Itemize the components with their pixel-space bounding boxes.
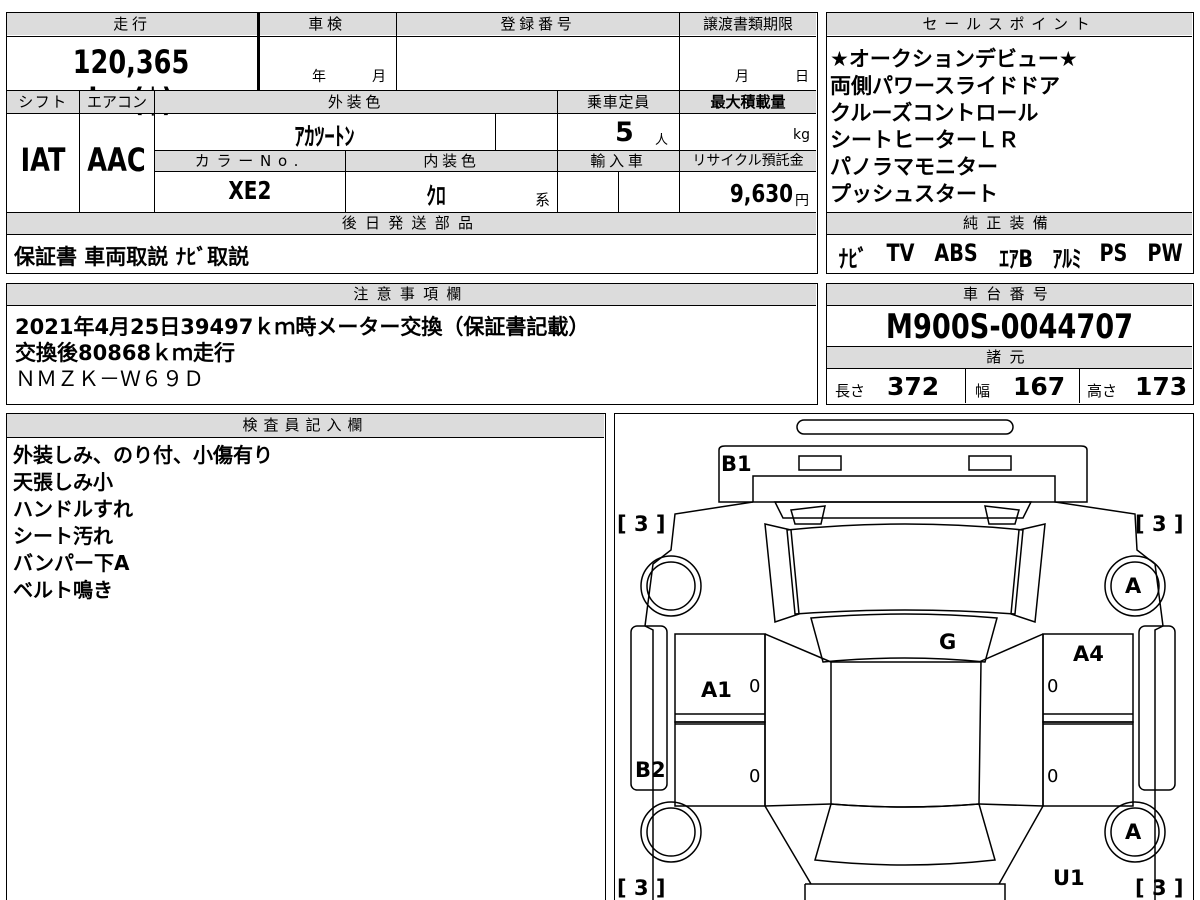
recycle-unit: 円 bbox=[795, 193, 809, 209]
mark-u1: U1 bbox=[1053, 866, 1085, 890]
sales-point-item: シートヒーターＬＲ bbox=[830, 128, 1019, 152]
inspector-line: ベルト鳴き bbox=[13, 578, 113, 602]
transfer-deadline-header: 譲渡書類期限 bbox=[680, 13, 816, 35]
diagram-top-bar bbox=[796, 419, 1014, 435]
chassis-header: 車台番号 bbox=[827, 284, 1192, 305]
inspector-line: 天張しみ小 bbox=[13, 470, 113, 494]
mark-wheel-rear-right: A bbox=[1125, 574, 1142, 598]
capacity-unit: 人 bbox=[655, 133, 669, 148]
exterior-color-value: ｱｶﾂｰﾄﾝ bbox=[294, 122, 355, 151]
max-load-unit: kg bbox=[793, 127, 810, 143]
notes-line: ＮＭＺＫ－Ｗ６９Ｄ bbox=[15, 367, 204, 391]
max-load-header: 最大積載量 bbox=[680, 91, 816, 113]
equipment-list: ﾅﾋﾞ TV ABS ｴｱB ｱﾙﾐ PS PW bbox=[835, 239, 1187, 274]
chassis-block: 車台番号 M900S-0044707 諸元 長さ 372 幅 167 高さ 17… bbox=[826, 283, 1194, 405]
diagram-rear-bumper bbox=[718, 445, 1088, 503]
mark-g: G bbox=[939, 630, 957, 654]
recycle-header: リサイクル預託金 bbox=[680, 151, 816, 171]
mark-wheel-front-right: A bbox=[1125, 820, 1142, 844]
sales-point-header: セールスポイント bbox=[827, 13, 1192, 35]
aircon-header: エアコン bbox=[80, 91, 154, 113]
equipment-item: PS bbox=[1099, 239, 1128, 267]
width-label: 幅 bbox=[975, 382, 991, 400]
mark-zero: 0 bbox=[1047, 676, 1059, 697]
spec-header: 諸元 bbox=[827, 347, 1192, 368]
aircon-value: AAC bbox=[87, 141, 147, 179]
equipment-item: ｱﾙﾐ bbox=[1052, 245, 1082, 273]
inspector-block: 検査員記入欄 外装しみ、のり付、小傷有り 天張しみ小 ハンドルすれ シート汚れ … bbox=[6, 413, 606, 900]
sales-point-item: プッシュスタート bbox=[830, 182, 998, 206]
shaken-year-label: 年 bbox=[312, 69, 326, 85]
inspector-line: バンパー下A bbox=[13, 551, 130, 575]
tire-tread-rear-right: [3] bbox=[1135, 512, 1191, 536]
inspector-header: 検査員記入欄 bbox=[7, 414, 604, 437]
chassis-number: M900S-0044707 bbox=[885, 307, 1134, 347]
notes-lines: 2021年4月25日39497ｋｍ時メーター交換（保証書記載） 交換後80868… bbox=[15, 314, 589, 392]
inspector-line: 外装しみ、のり付、小傷有り bbox=[13, 443, 273, 467]
later-parts-header: 後日発送部品 bbox=[7, 213, 816, 234]
sales-point-item: パノラマモニター bbox=[830, 155, 998, 179]
inspector-lines: 外装しみ、のり付、小傷有り 天張しみ小 ハンドルすれ シート汚れ バンパー下A … bbox=[13, 442, 273, 604]
diagram-door-left-front bbox=[674, 721, 766, 807]
notes-header: 注意事項欄 bbox=[7, 284, 816, 305]
import-header: 輸入車 bbox=[558, 151, 679, 171]
sales-point-list: ★オークションデビュー★ 両側パワースライドドア クルーズコントロール シートヒ… bbox=[830, 46, 1190, 208]
height-label: 高さ bbox=[1087, 382, 1118, 400]
mark-b1: B1 bbox=[721, 452, 752, 476]
length-value: 372 bbox=[887, 372, 940, 401]
tire-tread-front-left: [3] bbox=[617, 876, 673, 900]
mark-zero: 0 bbox=[1047, 766, 1059, 787]
shaken-header: 車検 bbox=[258, 13, 396, 35]
transfer-day-label: 日 bbox=[795, 69, 809, 85]
sales-point-item: クルーズコントロール bbox=[830, 101, 1039, 125]
sales-point-item: ★オークションデビュー★ bbox=[830, 47, 1078, 71]
vehicle-info-block: 走行 車検 登録番号 譲渡書類期限 120,365 km($) 年 月 月 日 … bbox=[6, 12, 818, 274]
notes-line: 交換後80868ｋｍ走行 bbox=[15, 341, 236, 365]
diagram-door-right-front bbox=[1042, 721, 1134, 807]
color-no-header: カラーNo. bbox=[155, 151, 345, 171]
mileage-header: 走行 bbox=[7, 13, 257, 35]
inspector-line: ハンドルすれ bbox=[13, 497, 133, 521]
length-label: 長さ bbox=[835, 382, 866, 400]
sales-point-item: 両側パワースライドドア bbox=[830, 74, 1060, 98]
capacity-value: 5 bbox=[615, 117, 634, 148]
notes-block: 注意事項欄 2021年4月25日39497ｋｍ時メーター交換（保証書記載） 交換… bbox=[6, 283, 818, 405]
mark-zero: 0 bbox=[749, 676, 761, 697]
recycle-value: 9,630 bbox=[729, 179, 793, 208]
transfer-month-label: 月 bbox=[735, 69, 749, 85]
shift-value: IAT bbox=[20, 141, 66, 179]
mark-a4: A4 bbox=[1073, 642, 1104, 666]
later-parts-value: 保証書 車両取説 ﾅﾋﾞ取説 bbox=[14, 245, 250, 269]
car-diagram bbox=[630, 419, 1176, 900]
color-no-value: XE2 bbox=[228, 176, 272, 205]
diagram-roof bbox=[810, 613, 998, 663]
equipment-item: PW bbox=[1147, 239, 1183, 267]
sales-point-block: セールスポイント ★オークションデビュー★ 両側パワースライドドア クルーズコン… bbox=[826, 12, 1194, 274]
equipment-item: ABS bbox=[934, 239, 978, 267]
registration-header: 登録番号 bbox=[397, 13, 679, 35]
interior-color-suffix: 系 bbox=[535, 191, 551, 209]
equipment-item: ﾅﾋﾞ bbox=[838, 245, 868, 273]
equipment-header: 純正装備 bbox=[827, 213, 1192, 234]
tire-tread-rear-left: [3] bbox=[617, 512, 673, 536]
diagram-rear-glass bbox=[786, 523, 1024, 615]
capacity-header: 乗車定員 bbox=[558, 91, 679, 113]
interior-color-value: ｸﾛ bbox=[426, 182, 446, 210]
notes-line: 2021年4月25日39497ｋｍ時メーター交換（保証書記載） bbox=[15, 315, 590, 339]
mark-a1: A1 bbox=[701, 678, 732, 702]
car-diagram-block: B1 G A4 A1 B2 U1 A A 0 0 0 0 [3] [3] [3]… bbox=[614, 413, 1194, 900]
width-value: 167 bbox=[1013, 372, 1066, 401]
wheel-front-left bbox=[640, 801, 702, 863]
equipment-item: ｴｱB bbox=[999, 245, 1034, 273]
interior-color-header: 内装色 bbox=[346, 151, 557, 171]
height-value: 173 bbox=[1135, 372, 1188, 401]
tire-tread-front-right: [3] bbox=[1135, 876, 1191, 900]
shift-header: シフト bbox=[7, 91, 79, 113]
inspector-line: シート汚れ bbox=[13, 524, 113, 548]
exterior-color-header: 外装色 bbox=[155, 91, 557, 113]
shaken-month-label: 月 bbox=[372, 69, 386, 85]
equipment-item: TV bbox=[886, 239, 915, 267]
mark-zero: 0 bbox=[749, 766, 761, 787]
mark-b2: B2 bbox=[635, 758, 666, 782]
